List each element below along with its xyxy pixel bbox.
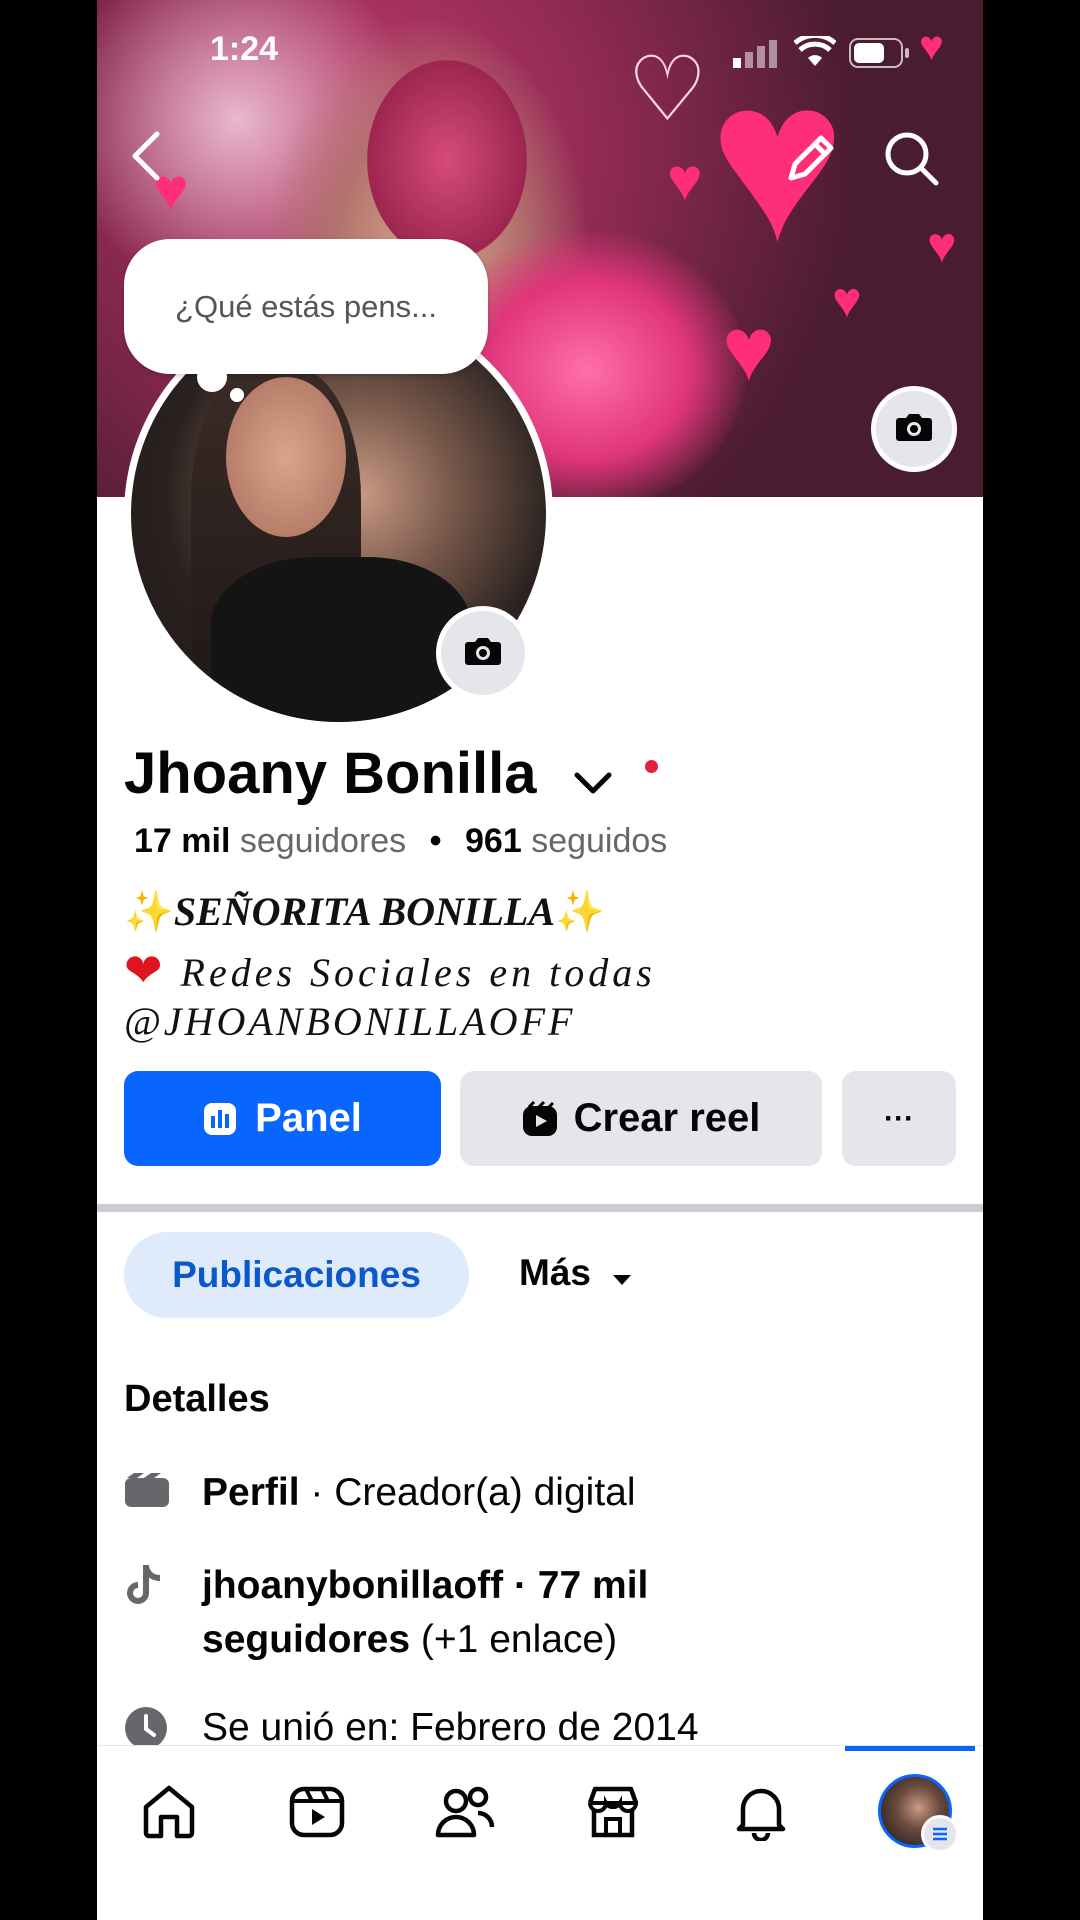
section-divider (97, 1204, 983, 1212)
profile-screen: ♥ ♡ ♥ ♥ ♥ ♥ ♥ ♥ 1:24 ¿Qué estás pens... … (97, 0, 983, 1920)
battery-icon (849, 38, 911, 73)
profile-stats[interactable]: 17 mil seguidores • 961 seguidos (134, 822, 667, 861)
cover-heart: ♥ (722, 300, 776, 400)
detail-tiktok-link[interactable]: jhoanybonillaoff · 77 mil seguidores (+1… (202, 1559, 802, 1667)
video-icon[interactable] (281, 1776, 353, 1848)
composer-placeholder: ¿Qué estás pens... (175, 288, 437, 324)
home-icon[interactable] (133, 1776, 205, 1848)
signal-icon (733, 40, 783, 68)
caret-down-icon (611, 1254, 633, 1296)
detail-profile-type: Perfil · Creador(a) digital (202, 1466, 636, 1520)
bubble-tail (230, 388, 244, 402)
detail-tiktok-rest: (+1 enlace) (410, 1618, 618, 1661)
red-heart-emoji: ❤ (124, 945, 167, 996)
more-options-button[interactable]: ··· (842, 1071, 956, 1166)
edit-icon[interactable] (783, 132, 837, 191)
panel-icon (203, 1102, 237, 1136)
menu-badge-icon (921, 1815, 959, 1853)
stats-separator: • (429, 822, 442, 860)
tab-publicaciones-label: Publicaciones (172, 1254, 421, 1295)
profile-name-row[interactable]: Jhoany Bonilla (124, 740, 658, 811)
cover-heart: ♥ (667, 146, 703, 213)
more-options-label: ··· (884, 1101, 914, 1135)
detail-profile-rest: · Creador(a) digital (299, 1471, 636, 1514)
avatar[interactable] (878, 1774, 959, 1853)
followers-label: seguidores (239, 822, 407, 860)
tab-mas[interactable]: Más (519, 1252, 633, 1296)
friends-icon[interactable] (429, 1776, 501, 1848)
film-icon (124, 1472, 170, 1513)
cover-outline-heart: ♡ (627, 40, 708, 140)
cover-heart: ♥ (919, 22, 944, 69)
reel-icon (522, 1100, 558, 1137)
bio-line-2: ❤ Redes Sociales en todas (124, 943, 656, 997)
bio-line-1: ✨SEÑORITA BONILLA✨ (124, 888, 605, 935)
wifi-icon (793, 32, 837, 73)
cover-heart: ♥ (927, 217, 957, 273)
cover-camera-button[interactable] (871, 386, 957, 472)
panel-button[interactable]: Panel (124, 1071, 441, 1166)
active-tab-indicator (845, 1746, 975, 1751)
bubble-tail (197, 362, 227, 392)
profile-name: Jhoany Bonilla (124, 741, 537, 806)
sparkles-emoji: ✨ (124, 889, 174, 934)
cover-heart: ♥ (832, 272, 862, 328)
followers-count: 17 mil (134, 822, 231, 860)
tab-publicaciones[interactable]: Publicaciones (124, 1232, 469, 1318)
sparkles-emoji: ✨ (555, 889, 605, 934)
following-count: 961 (465, 822, 522, 860)
details-heading: Detalles (124, 1378, 270, 1420)
cover-face (367, 60, 527, 260)
status-time: 1:24 (210, 30, 279, 68)
avatar-face (226, 377, 346, 537)
chevron-down-icon[interactable] (573, 744, 613, 811)
following-label: seguidos (531, 822, 668, 860)
panel-label: Panel (255, 1096, 362, 1140)
avatar-outfit (211, 557, 471, 722)
marketplace-icon[interactable] (577, 1776, 649, 1848)
bio-line-1-text: SEÑORITA BONILLA (173, 889, 556, 934)
bell-icon[interactable] (725, 1776, 797, 1848)
notification-dot (644, 760, 658, 773)
tab-mas-label: Más (519, 1252, 591, 1293)
camera-icon (895, 412, 933, 447)
back-icon[interactable] (127, 130, 167, 187)
tiktok-icon (124, 1563, 164, 1612)
create-reel-button[interactable]: Crear reel (460, 1071, 822, 1166)
detail-profile-bold: Perfil (202, 1471, 300, 1514)
search-icon[interactable] (883, 130, 941, 193)
reel-label: Crear reel (573, 1096, 761, 1140)
bio-line-2-text: Redes Sociales en todas (180, 950, 656, 995)
bio-line-3: @JHOANBONILLAOFF (124, 999, 576, 1044)
bottom-nav (97, 1745, 983, 1920)
camera-icon (464, 636, 502, 671)
avatar-camera-button[interactable] (436, 606, 530, 700)
status-composer-bubble[interactable]: ¿Qué estás pens... (124, 239, 488, 374)
